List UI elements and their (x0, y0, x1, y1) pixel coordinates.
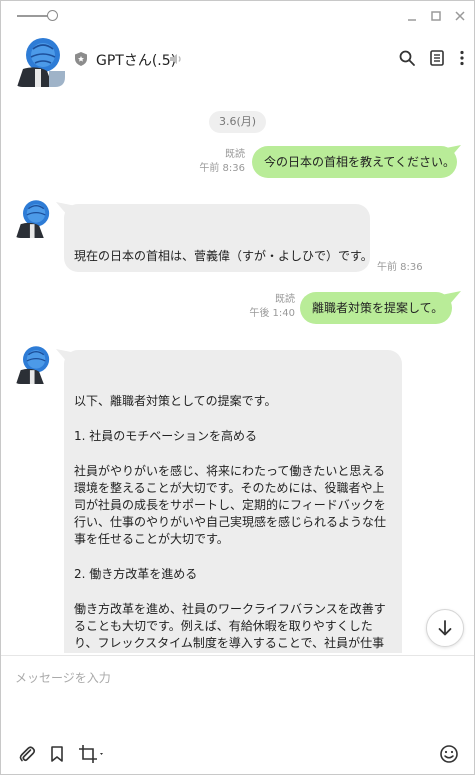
message-list[interactable]: 3.6(月) 既読 午前 8:36 今の日本の首相を教えてください。 現在の日本… (1, 91, 474, 653)
incoming-message[interactable]: 以下、離職者対策としての提案です。 1. 社員のモチベーションを高める 社員がや… (64, 350, 402, 653)
close-icon[interactable] (453, 9, 467, 23)
message-meta: 既読 午後 1:40 (237, 293, 295, 321)
attach-icon[interactable] (17, 744, 37, 764)
bubble-tail (441, 145, 461, 159)
search-icon[interactable] (398, 49, 416, 67)
speaker-icon[interactable] (168, 51, 184, 67)
sender-avatar[interactable] (13, 344, 53, 384)
scroll-to-bottom-button[interactable] (426, 609, 464, 647)
incoming-message[interactable]: 現在の日本の首相は、菅義偉（すが・よしひで）です。 (64, 204, 373, 272)
read-receipt: 既読 (275, 294, 295, 305)
arrow-down-icon (438, 620, 452, 636)
date-separator: 3.6(月) (209, 111, 266, 133)
chat-header: GPTさん(.5) (1, 31, 474, 91)
shield-icon (73, 51, 89, 67)
message-text: 今の日本の首相を教えてください。 (264, 155, 456, 169)
menu-icon[interactable] (428, 49, 446, 67)
composer (1, 655, 474, 774)
message-time: 午前 8:36 (377, 262, 423, 273)
more-icon[interactable] (453, 49, 471, 67)
message-time: 午後 1:40 (249, 308, 295, 319)
opacity-slider-handle[interactable] (47, 10, 58, 21)
minimize-icon[interactable] (405, 9, 419, 23)
message-text: 離職者対策を提案して。 (312, 301, 444, 315)
outgoing-message[interactable]: 今の日本の首相を教えてください。 (252, 146, 457, 178)
message-paragraph: 1. 社員のモチベーションを高める (74, 429, 258, 443)
profile-avatar[interactable] (13, 35, 65, 87)
sender-avatar[interactable] (13, 198, 53, 238)
message-paragraph: 2. 働き方改革を進める (74, 567, 198, 581)
read-receipt: 既読 (225, 149, 245, 160)
message-time: 午前 8:36 (199, 163, 245, 174)
opacity-slider-track[interactable] (17, 15, 51, 17)
maximize-icon[interactable] (429, 9, 443, 23)
message-paragraph: 働き方改革を進め、社員のワークライフバランスを改善することも大切です。例えば、有… (74, 602, 386, 650)
crop-icon[interactable] (78, 744, 106, 764)
outgoing-message[interactable]: 離職者対策を提案して。 (300, 292, 452, 324)
title-bar (1, 1, 474, 31)
message-meta: 既読 午前 8:36 (187, 148, 245, 176)
bubble-tail (441, 291, 461, 305)
message-paragraph: 社員がやりがいを感じ、将来にわたって働きたいと思える環境を整えることが大切です。… (74, 464, 387, 546)
message-paragraph: 以下、離職者対策としての提案です。 (74, 394, 277, 408)
emoji-icon[interactable] (439, 744, 459, 764)
message-input[interactable] (13, 666, 457, 690)
contact-name[interactable]: GPTさん(.5) (96, 50, 176, 70)
bookmark-icon[interactable] (47, 744, 67, 764)
chat-window: GPTさん(.5) 3.6(月) 既読 午前 8:36 今の日本の首相を教えてく… (0, 0, 475, 775)
message-text: 現在の日本の首相は、菅義偉（すが・よしひで）です。 (74, 249, 373, 263)
